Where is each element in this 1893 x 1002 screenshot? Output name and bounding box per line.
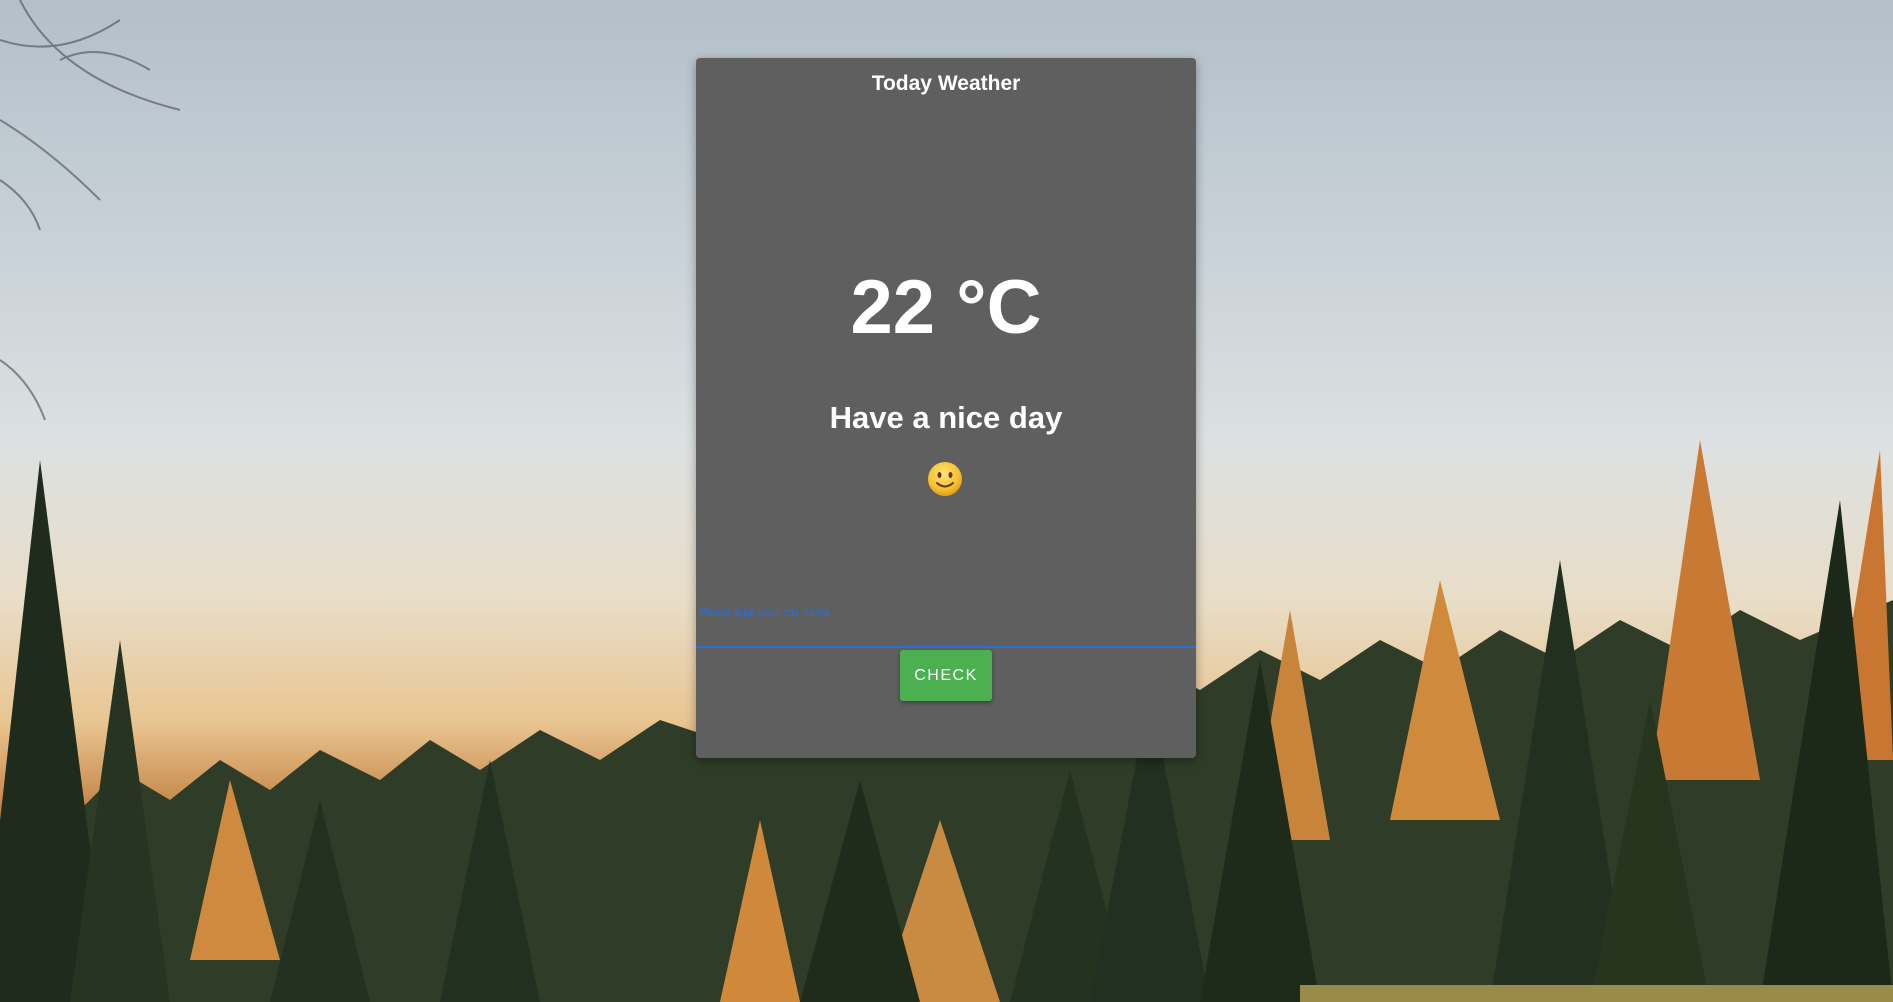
card-title: Today Weather xyxy=(871,72,1021,95)
slightly-smiling-face-icon xyxy=(926,460,964,498)
city-field-label: Please type your city name xyxy=(698,607,831,619)
temperature-value: 22 °C xyxy=(850,265,1042,350)
weather-card: Today Weather 22 °C Have a nice day Plea… xyxy=(696,58,1196,758)
city-input[interactable] xyxy=(696,620,1196,648)
weather-message: Have a nice day xyxy=(829,400,1063,435)
check-button[interactable]: CHECK xyxy=(900,650,992,701)
